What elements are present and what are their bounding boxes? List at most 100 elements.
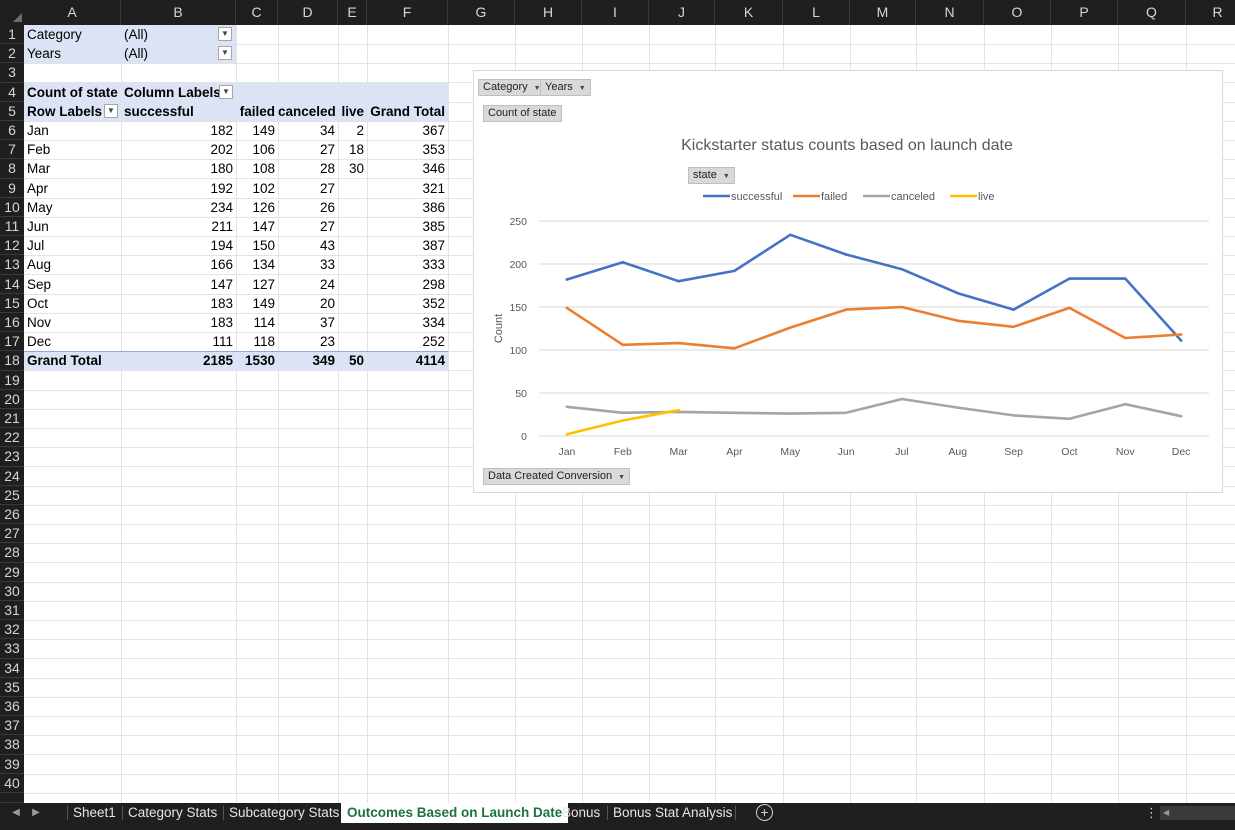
pivot-value-cell[interactable]: 252 [367, 332, 448, 351]
pivot-value-cell[interactable] [338, 332, 367, 351]
column-labels-filter-button[interactable]: ▼ [219, 84, 233, 99]
pivot-value-cell[interactable]: 183 [121, 313, 236, 332]
row-header-33[interactable]: 33 [0, 639, 24, 659]
row-header-5[interactable]: 5 [0, 101, 24, 121]
pivot-value-cell[interactable]: 33 [278, 255, 338, 274]
grand-total-value[interactable]: 349 [278, 351, 338, 370]
spreadsheet-grid[interactable]: ABCDEFGHIJKLMNOPQR 1 2 3 4 5 6 7 8 9 10 11 12 13 14 15… [0, 0, 1235, 803]
row-header-32[interactable]: 32 [0, 620, 24, 640]
row-header-40[interactable]: 40 [0, 773, 24, 793]
pivot-value-cell[interactable]: 194 [121, 236, 236, 255]
pivot-header-successful[interactable]: successful [121, 102, 236, 121]
column-header-i[interactable]: I [582, 0, 649, 25]
pivot-header-grand-total[interactable]: Grand Total [367, 102, 448, 121]
pivot-value-cell[interactable]: 346 [367, 159, 448, 178]
column-header-n[interactable]: N [916, 0, 984, 25]
pivot-value-cell[interactable]: 192 [121, 179, 236, 198]
filter-dropdown-button[interactable]: ▼ [218, 46, 232, 61]
pivot-row-label[interactable]: Jan [24, 121, 121, 140]
pivot-value-cell[interactable]: 182 [121, 121, 236, 140]
row-header-38[interactable]: 38 [0, 735, 24, 755]
pivot-value-cell[interactable]: 23 [278, 332, 338, 351]
pivot-value-cell[interactable]: 183 [121, 294, 236, 313]
pivot-value-cell[interactable]: 352 [367, 294, 448, 313]
pivot-value-cell[interactable] [338, 313, 367, 332]
column-header-j[interactable]: J [649, 0, 715, 25]
pivot-value-cell[interactable]: 150 [236, 236, 278, 255]
row-header-1[interactable]: 1 [0, 25, 24, 45]
row-header-31[interactable]: 31 [0, 601, 24, 621]
pivot-value-cell[interactable]: 166 [121, 255, 236, 274]
row-header-10[interactable]: 10 [0, 197, 24, 217]
pivot-value-cell[interactable]: 134 [236, 255, 278, 274]
add-sheet-button[interactable]: + [756, 804, 773, 821]
pivot-value-cell[interactable]: 18 [338, 140, 367, 159]
row-header-36[interactable]: 36 [0, 697, 24, 717]
scroll-tabs-right-icon[interactable]: ▶ [28, 803, 44, 823]
pivot-value-cell[interactable]: 211 [121, 217, 236, 236]
pivot-value-cell[interactable]: 118 [236, 332, 278, 351]
row-header-2[interactable]: 2 [0, 44, 24, 64]
row-header-11[interactable]: 11 [0, 217, 24, 237]
more-options-icon[interactable]: ⋮ [1145, 805, 1158, 821]
pivot-value-cell[interactable]: 37 [278, 313, 338, 332]
row-header-9[interactable]: 9 [0, 178, 24, 198]
column-header-o[interactable]: O [984, 0, 1051, 25]
pivot-value-cell[interactable] [338, 294, 367, 313]
pivot-value-cell[interactable] [338, 275, 367, 294]
filter-label-category[interactable]: Category [24, 25, 121, 44]
sheet-tab-subcategory-stats[interactable]: Subcategory Stats [223, 803, 345, 823]
pivot-value-cell[interactable]: 111 [121, 332, 236, 351]
pivot-value-cell[interactable]: 2 [338, 121, 367, 140]
row-labels-filter-button[interactable]: ▼ [104, 103, 118, 118]
pivot-value-cell[interactable]: 27 [278, 179, 338, 198]
sheet-tab-bonus-stat-analysis[interactable]: Bonus Stat Analysis [607, 803, 738, 823]
pivot-value-cell[interactable] [338, 236, 367, 255]
row-header-13[interactable]: 13 [0, 255, 24, 275]
filter-label-years[interactable]: Years [24, 44, 121, 63]
row-header-22[interactable]: 22 [0, 428, 24, 448]
column-header-c[interactable]: C [236, 0, 278, 25]
pivot-row-label[interactable]: Oct [24, 294, 121, 313]
column-header-f[interactable]: F [367, 0, 448, 25]
row-header-4[interactable]: 4 [0, 82, 24, 102]
pivot-row-label[interactable]: Sep [24, 275, 121, 294]
pivot-row-label[interactable]: Apr [24, 179, 121, 198]
pivot-value-cell[interactable] [338, 217, 367, 236]
row-header-30[interactable]: 30 [0, 581, 24, 601]
row-header-29[interactable]: 29 [0, 562, 24, 582]
pivot-value-cell[interactable]: 26 [278, 198, 338, 217]
pivot-row-label[interactable]: Dec [24, 332, 121, 351]
pivot-value-cell[interactable]: 367 [367, 121, 448, 140]
pivot-value-cell[interactable]: 28 [278, 159, 338, 178]
pivot-value-cell[interactable]: 334 [367, 313, 448, 332]
pivot-column-labels[interactable]: Column Labels [121, 83, 278, 102]
row-header-16[interactable]: 16 [0, 313, 24, 333]
grand-total-value[interactable]: 2185 [121, 351, 236, 370]
pivot-value-cell[interactable]: 147 [236, 217, 278, 236]
pivot-header-live[interactable]: live [338, 102, 367, 121]
select-all-corner[interactable] [0, 0, 24, 25]
pivot-value-cell[interactable]: 27 [278, 217, 338, 236]
pivot-count-label[interactable]: Count of state [24, 83, 121, 102]
pivot-value-cell[interactable]: 353 [367, 140, 448, 159]
pivot-row-label[interactable]: Jun [24, 217, 121, 236]
pivot-value-cell[interactable]: 321 [367, 179, 448, 198]
pivot-value-cell[interactable]: 298 [367, 275, 448, 294]
grand-total-value[interactable]: 50 [338, 351, 367, 370]
pivot-value-cell[interactable]: 202 [121, 140, 236, 159]
pivot-row-label[interactable]: Mar [24, 159, 121, 178]
row-header-8[interactable]: 8 [0, 159, 24, 179]
row-header-24[interactable]: 24 [0, 466, 24, 486]
row-header-20[interactable]: 20 [0, 389, 24, 409]
pivot-value-cell[interactable]: 34 [278, 121, 338, 140]
row-header-39[interactable]: 39 [0, 754, 24, 774]
column-header-q[interactable]: Q [1118, 0, 1186, 25]
row-header-26[interactable]: 26 [0, 505, 24, 525]
row-header-3[interactable]: 3 [0, 63, 24, 83]
row-header-18[interactable]: 18 [0, 351, 24, 371]
pivot-value-cell[interactable]: 386 [367, 198, 448, 217]
row-header-14[interactable]: 14 [0, 274, 24, 294]
row-header-27[interactable]: 27 [0, 524, 24, 544]
grand-total-label[interactable]: Grand Total [24, 351, 121, 370]
